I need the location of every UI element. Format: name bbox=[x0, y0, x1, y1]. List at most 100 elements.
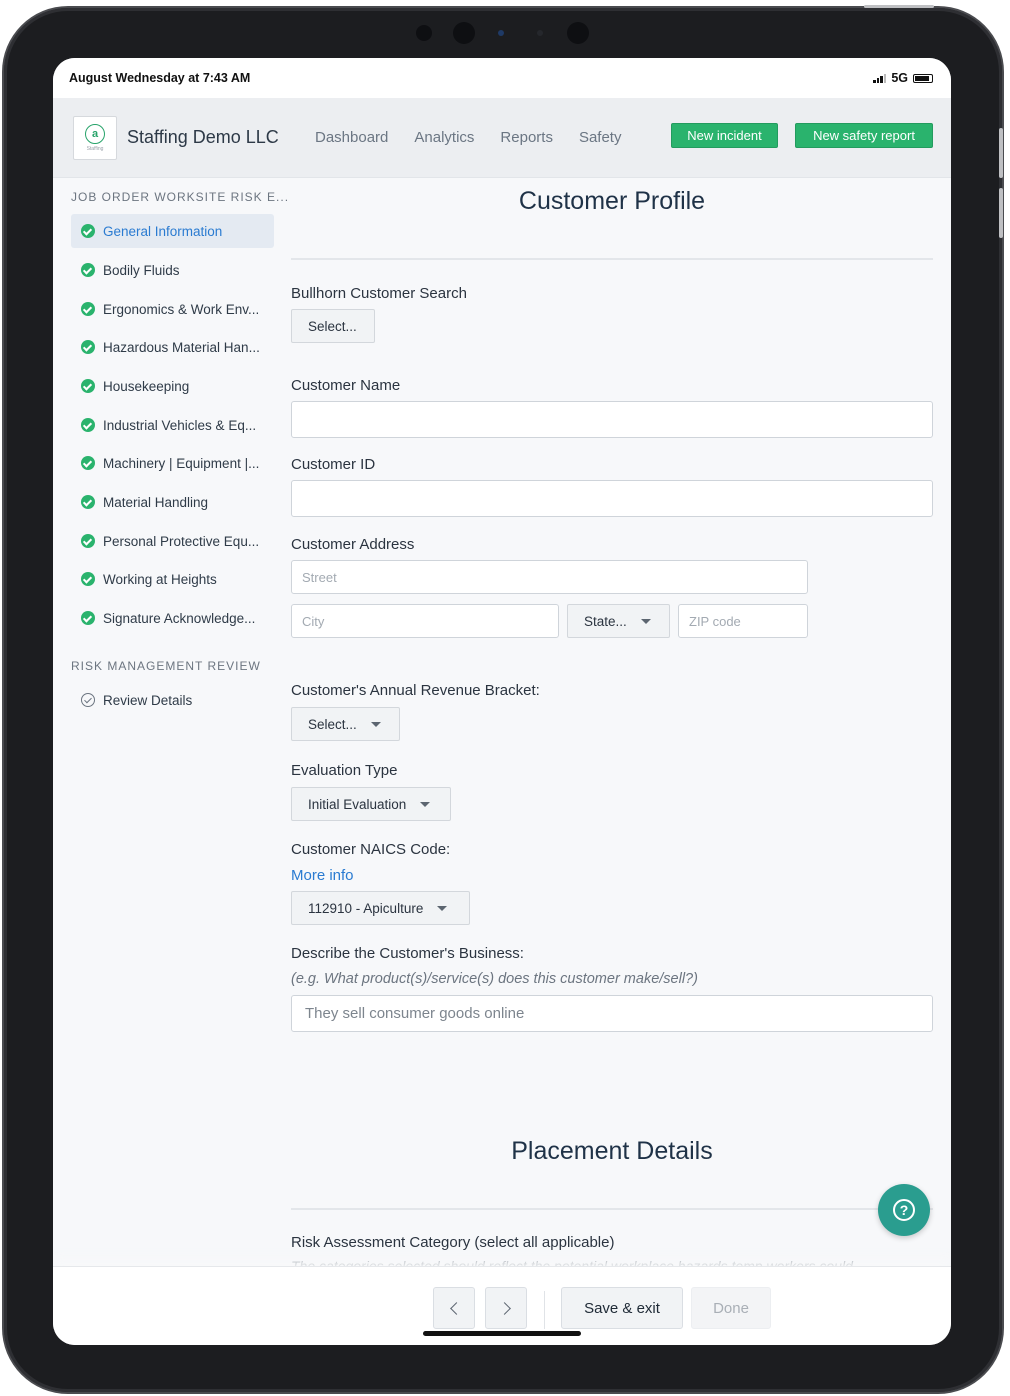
sidebar-item-general-information[interactable]: General Information bbox=[71, 214, 274, 248]
customer-address-label: Customer Address bbox=[291, 536, 415, 553]
sidebar-item-label: Hazardous Material Han... bbox=[103, 339, 260, 355]
sidebar-item-ppe[interactable]: Personal Protective Equ... bbox=[71, 524, 274, 558]
previous-button[interactable] bbox=[433, 1287, 475, 1329]
state-select-text: State... bbox=[584, 613, 627, 629]
sidebar-item-bodily-fluids[interactable]: Bodily Fluids bbox=[71, 253, 274, 287]
chevron-right-icon bbox=[497, 1301, 511, 1315]
tablet-frame: August Wednesday at 7:43 AM 5G a Staffin… bbox=[4, 5, 1003, 1392]
camera-lens bbox=[567, 22, 589, 44]
check-circle-icon bbox=[81, 418, 95, 432]
sidebar-item-label: Working at Heights bbox=[103, 571, 217, 587]
sidebar-item-label: Material Handling bbox=[103, 494, 209, 510]
volume-button bbox=[999, 188, 1003, 238]
status-indicators: 5G bbox=[873, 71, 933, 85]
business-description-input[interactable] bbox=[291, 995, 933, 1032]
evaluation-type-select[interactable]: Initial Evaluation bbox=[291, 787, 451, 821]
status-bar: August Wednesday at 7:43 AM 5G bbox=[53, 58, 951, 98]
company-name: Staffing Demo LLC bbox=[127, 127, 279, 147]
business-helper-text: (e.g. What product(s)/service(s) does th… bbox=[291, 971, 698, 987]
check-circle-icon bbox=[81, 495, 95, 509]
sidebar-item-label: Industrial Vehicles & Eq... bbox=[103, 417, 257, 433]
state-select[interactable]: State... bbox=[567, 604, 670, 638]
check-circle-outline-icon bbox=[81, 693, 95, 707]
camera-dot bbox=[537, 30, 543, 36]
customer-name-label: Customer Name bbox=[291, 377, 401, 394]
naics-select[interactable]: 112910 - Apiculture bbox=[291, 891, 470, 925]
home-indicator[interactable] bbox=[423, 1331, 581, 1336]
city-input[interactable] bbox=[291, 604, 559, 638]
sidebar-item-machinery[interactable]: Machinery | Equipment |... bbox=[71, 446, 274, 480]
check-circle-icon bbox=[81, 340, 95, 354]
next-button[interactable] bbox=[485, 1287, 527, 1329]
check-circle-icon bbox=[81, 263, 95, 277]
sidebar-item-hazardous-material[interactable]: Hazardous Material Han... bbox=[71, 330, 274, 364]
question-icon: ? bbox=[893, 1199, 915, 1221]
customer-id-input[interactable] bbox=[291, 480, 933, 517]
naics-label: Customer NAICS Code: bbox=[291, 841, 451, 858]
done-button[interactable]: Done bbox=[691, 1287, 771, 1329]
customer-id-label: Customer ID bbox=[291, 456, 376, 473]
risk-category-label: Risk Assessment Category (select all app… bbox=[291, 1234, 615, 1251]
logo-icon: a bbox=[85, 124, 105, 144]
sidebar-section-heading: JOB ORDER WORKSITE RISK E... bbox=[71, 190, 290, 204]
check-circle-icon bbox=[81, 572, 95, 586]
placement-details-title: Placement Details bbox=[511, 1137, 713, 1165]
check-circle-icon bbox=[81, 302, 95, 316]
sidebar-item-working-at-heights[interactable]: Working at Heights bbox=[71, 562, 274, 596]
network-label: 5G bbox=[891, 71, 908, 85]
sidebar-item-signature[interactable]: Signature Acknowledge... bbox=[71, 601, 274, 635]
street-input[interactable] bbox=[291, 560, 808, 594]
sidebar-item-label: Machinery | Equipment |... bbox=[103, 455, 260, 471]
nav-reports[interactable]: Reports bbox=[500, 129, 553, 146]
zip-input[interactable] bbox=[678, 604, 808, 638]
evaluation-type-label: Evaluation Type bbox=[291, 762, 398, 779]
check-circle-icon bbox=[81, 611, 95, 625]
sidebar-item-review-details[interactable]: Review Details bbox=[71, 683, 274, 717]
chevron-down-icon bbox=[437, 905, 448, 911]
screen: August Wednesday at 7:43 AM 5G a Staffin… bbox=[53, 58, 951, 1345]
business-label: Describe the Customer's Business: bbox=[291, 945, 524, 962]
chevron-down-icon bbox=[370, 721, 381, 727]
app-header: a Staffing Staffing Demo LLC Dashboard A… bbox=[53, 98, 951, 178]
battery-icon bbox=[913, 73, 933, 83]
check-circle-icon bbox=[81, 379, 95, 393]
sidebar-item-material-handling[interactable]: Material Handling bbox=[71, 485, 274, 519]
nav-dashboard[interactable]: Dashboard bbox=[315, 129, 388, 146]
sidebar-item-housekeeping[interactable]: Housekeeping bbox=[71, 369, 274, 403]
chevron-down-icon bbox=[640, 618, 651, 624]
check-circle-icon bbox=[81, 534, 95, 548]
camera-sensor bbox=[498, 30, 504, 36]
sidebar-item-label: Bodily Fluids bbox=[103, 262, 180, 278]
new-safety-report-button[interactable]: New safety report bbox=[795, 123, 933, 148]
check-circle-icon bbox=[81, 224, 95, 238]
page-title: Customer Profile bbox=[518, 187, 706, 215]
sidebar-item-label: Review Details bbox=[103, 692, 193, 708]
nav-analytics[interactable]: Analytics bbox=[414, 129, 474, 146]
sidebar-item-label: Signature Acknowledge... bbox=[103, 610, 256, 626]
customer-name-input[interactable] bbox=[291, 401, 933, 438]
naics-more-info-link[interactable]: More info bbox=[291, 867, 354, 884]
save-exit-button[interactable]: Save & exit bbox=[561, 1287, 683, 1329]
company-logo[interactable]: a Staffing bbox=[73, 116, 117, 160]
nav-safety[interactable]: Safety bbox=[579, 129, 622, 146]
sidebar-item-label: Ergonomics & Work Env... bbox=[103, 301, 260, 317]
sidebar-item-label: Housekeeping bbox=[103, 378, 190, 394]
check-circle-icon bbox=[81, 456, 95, 470]
new-incident-button[interactable]: New incident bbox=[671, 123, 778, 148]
sidebar-section-heading: RISK MANAGEMENT REVIEW bbox=[71, 659, 261, 673]
sidebar-item-industrial-vehicles[interactable]: Industrial Vehicles & Eq... bbox=[71, 408, 274, 442]
volume-button bbox=[999, 128, 1003, 178]
help-button[interactable]: ? bbox=[878, 1184, 930, 1236]
power-button bbox=[864, 5, 934, 8]
revenue-label: Customer's Annual Revenue Bracket: bbox=[291, 682, 540, 699]
evaluation-select-text: Initial Evaluation bbox=[308, 796, 407, 812]
sidebar-item-ergonomics[interactable]: Ergonomics & Work Env... bbox=[71, 292, 274, 326]
sidebar-item-label: General Information bbox=[103, 223, 223, 239]
bullhorn-search-select[interactable]: Select... bbox=[291, 309, 375, 343]
main-nav: Dashboard Analytics Reports Safety bbox=[315, 129, 621, 146]
logo-subtext: Staffing bbox=[86, 146, 104, 152]
revenue-select[interactable]: Select... bbox=[291, 707, 400, 741]
sidebar-item-label: Personal Protective Equ... bbox=[103, 533, 260, 549]
bullhorn-select-text: Select... bbox=[308, 318, 357, 334]
chevron-left-icon bbox=[449, 1301, 463, 1315]
